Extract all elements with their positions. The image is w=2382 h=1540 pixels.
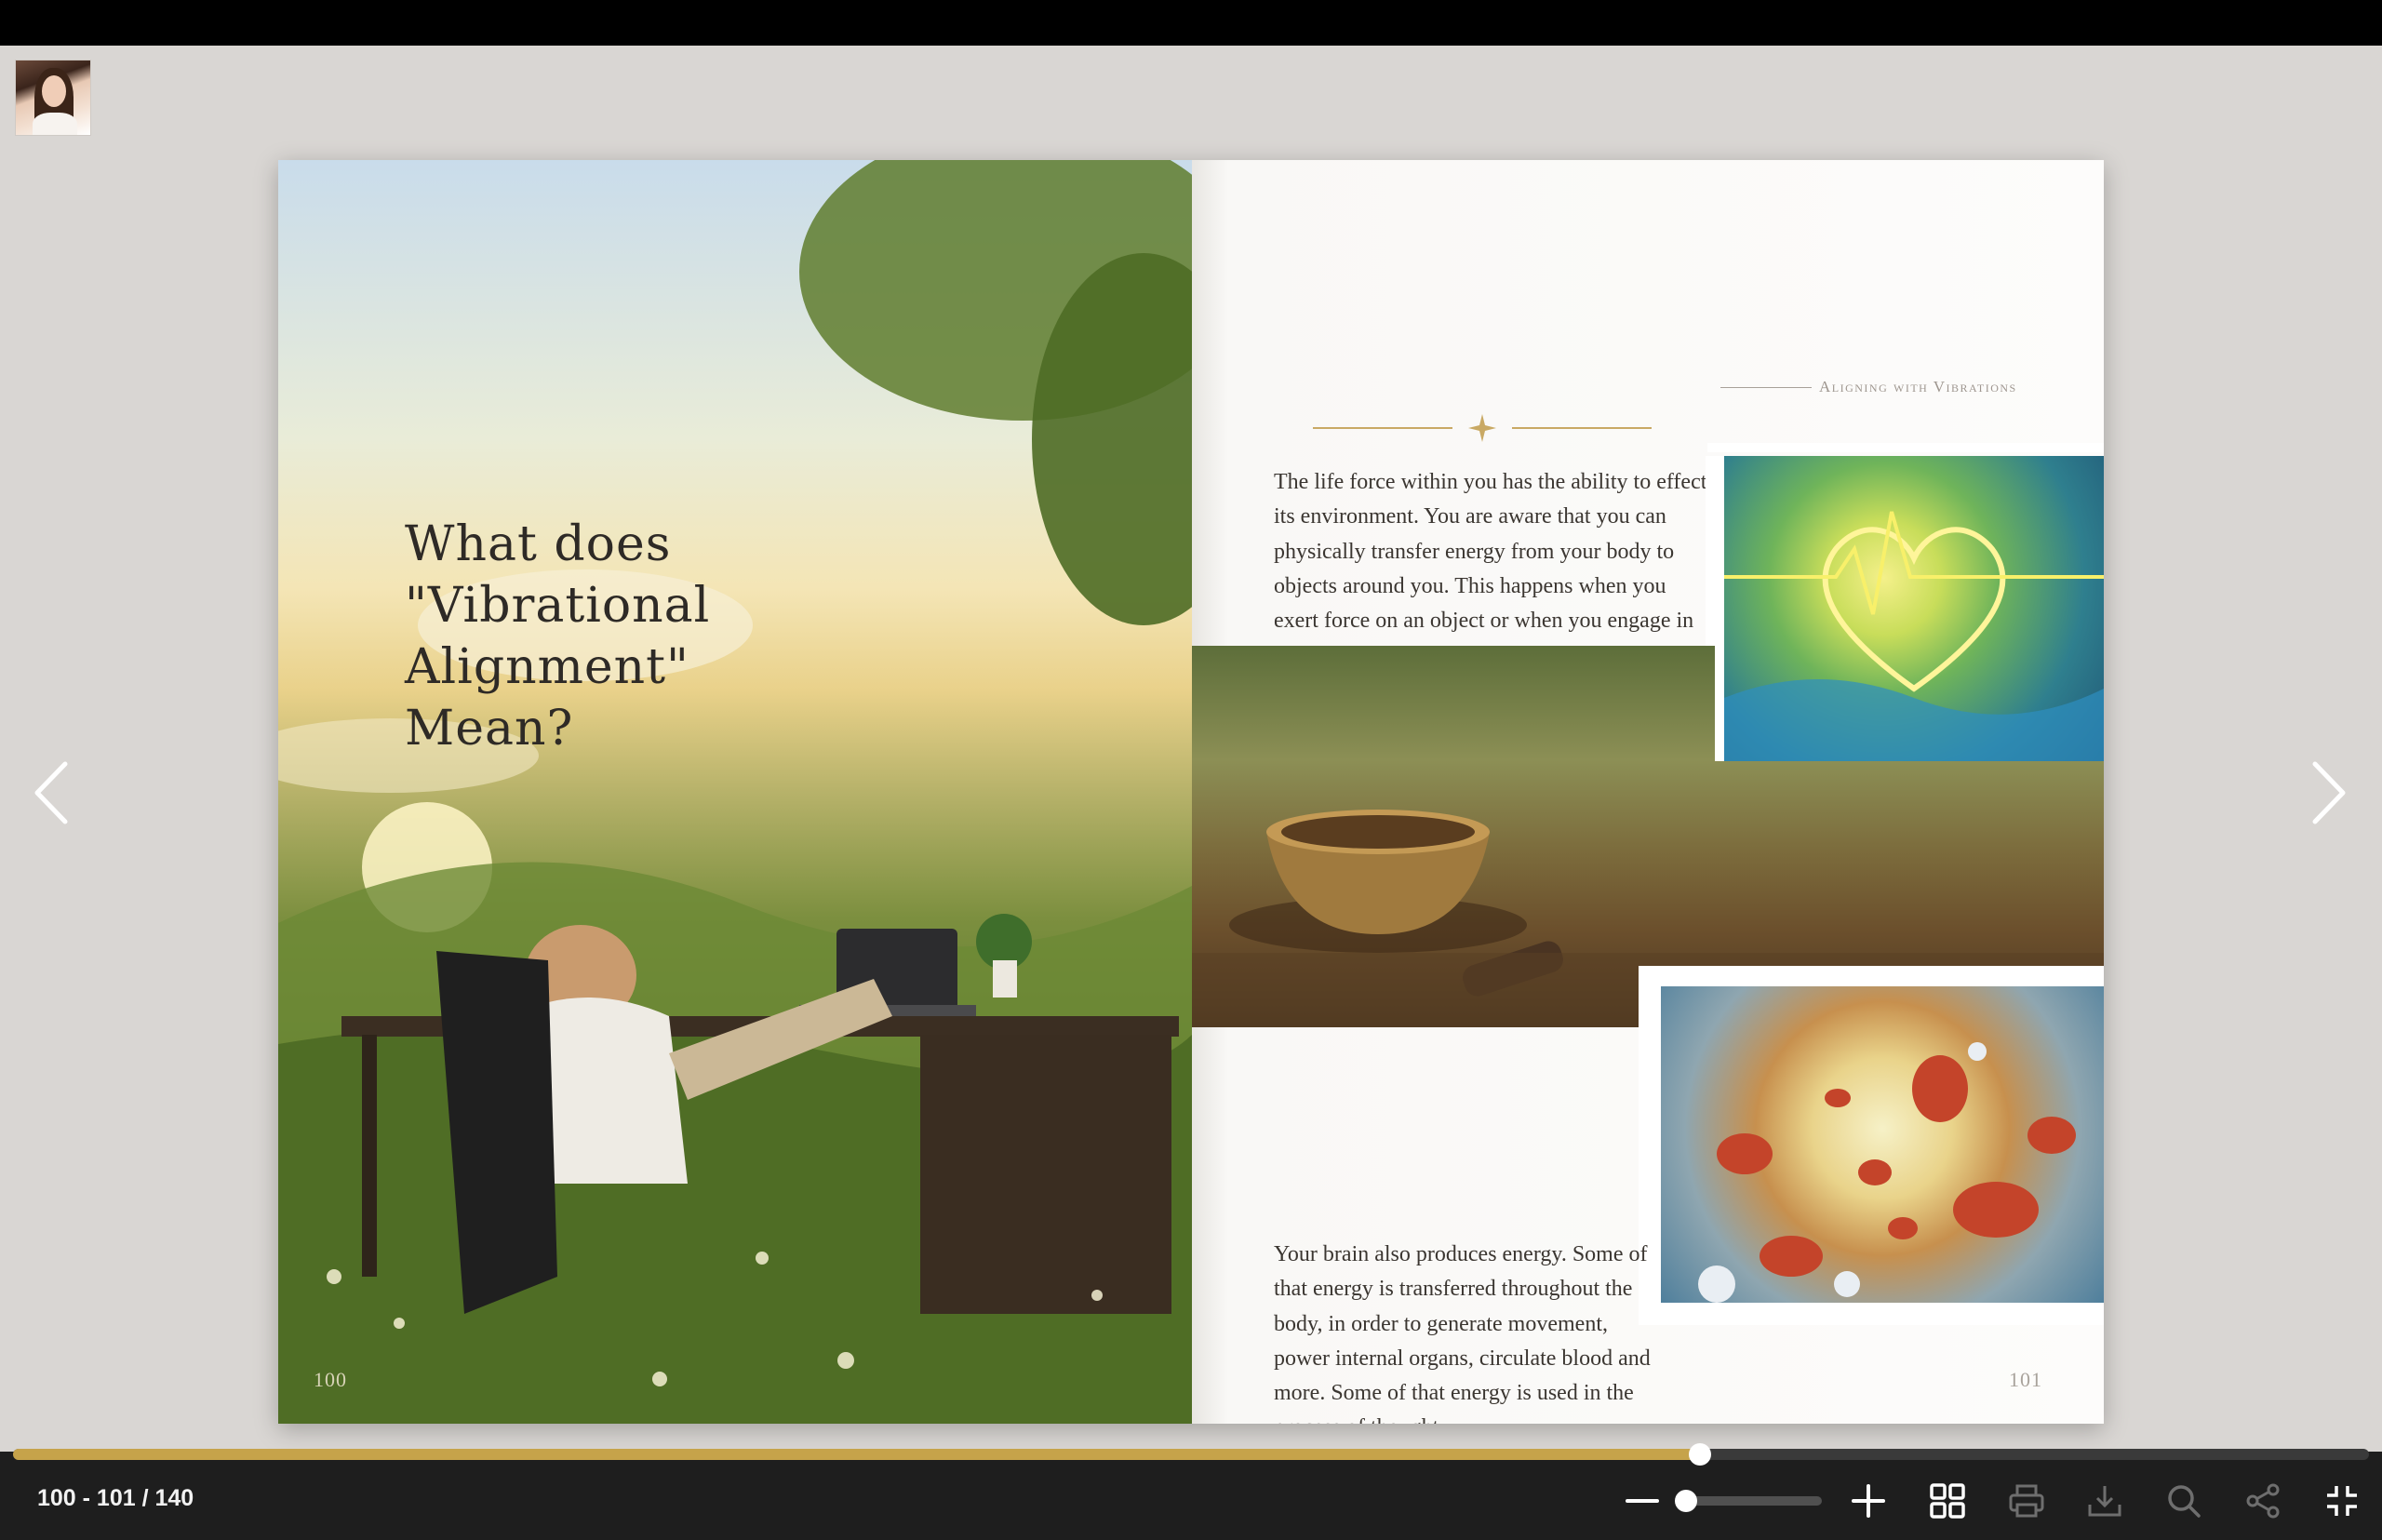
page-progress-slider[interactable] — [13, 1443, 2369, 1466]
print-icon — [2009, 1484, 2044, 1518]
heart-energy-image — [1715, 456, 2104, 761]
exit-fullscreen-icon — [2327, 1486, 2357, 1516]
plus-icon — [1852, 1484, 1885, 1518]
section-ornament — [1313, 413, 1652, 443]
left-page-number: 100 — [314, 1368, 347, 1391]
star-ornament-icon — [1468, 414, 1496, 442]
ornament-line-left — [1313, 427, 1452, 429]
zoom-out-button[interactable] — [1619, 1478, 1666, 1524]
running-head-rule — [1720, 386, 1812, 388]
search-icon — [2168, 1485, 2201, 1518]
blood-cells-image — [1648, 973, 2104, 1316]
download-icon — [2088, 1486, 2121, 1517]
avatar-shirt — [33, 113, 77, 135]
minus-icon — [1626, 1499, 1659, 1503]
ornament-line-right — [1512, 427, 1652, 429]
body-paragraph-2: Your brain also produces energy. Some of… — [1274, 1242, 1651, 1424]
chevron-right-icon — [2312, 761, 2346, 824]
publisher-avatar[interactable] — [15, 60, 91, 136]
download-button[interactable] — [2081, 1478, 2128, 1524]
top-bar — [0, 0, 2382, 46]
share-button[interactable] — [2240, 1478, 2286, 1524]
chapter-title-line-2: "Vibrational Alignment" — [405, 578, 711, 695]
chapter-title-line-1: What does — [405, 516, 672, 572]
image-frame-top — [1707, 443, 2104, 452]
share-icon — [2246, 1483, 2280, 1519]
previous-page-button[interactable] — [24, 758, 80, 827]
running-head-text: Aligning with Vibrations — [1819, 378, 2017, 395]
next-page-button[interactable] — [2300, 758, 2356, 827]
running-head: Aligning with Vibrations — [1720, 378, 2017, 396]
grid-icon — [1930, 1483, 1965, 1519]
progress-handle[interactable] — [1688, 1443, 1711, 1466]
chapter-title-line-3: Mean? — [405, 701, 574, 757]
zoom-in-button[interactable] — [1845, 1478, 1892, 1524]
right-page[interactable]: Aligning with Vibrations The life force … — [1192, 160, 2104, 1424]
blood-cells-illustration — [1698, 1042, 2076, 1303]
page-counter: 100 - 101 / 140 — [37, 1485, 194, 1511]
exit-fullscreen-button[interactable] — [2319, 1478, 2365, 1524]
progress-fill — [13, 1449, 1700, 1460]
zoom-slider[interactable] — [1675, 1490, 1822, 1512]
chevron-left-icon — [34, 761, 68, 824]
print-button[interactable] — [2003, 1478, 2050, 1524]
left-page[interactable]: What does "Vibrational Alignment" Mean? … — [278, 160, 1192, 1424]
meadow-scene-illustration — [278, 160, 1192, 1424]
right-page-number: 101 — [2009, 1368, 2042, 1391]
zoom-handle[interactable] — [1675, 1490, 1697, 1512]
heart-energy-illustration — [1724, 511, 2104, 761]
thumbnails-button[interactable] — [1924, 1478, 1971, 1524]
chapter-title: What does "Vibrational Alignment" Mean? — [405, 514, 1000, 759]
book-spread: What does "Vibrational Alignment" Mean? … — [278, 160, 2104, 1424]
avatar-face — [42, 75, 66, 107]
search-button[interactable] — [2161, 1478, 2207, 1524]
